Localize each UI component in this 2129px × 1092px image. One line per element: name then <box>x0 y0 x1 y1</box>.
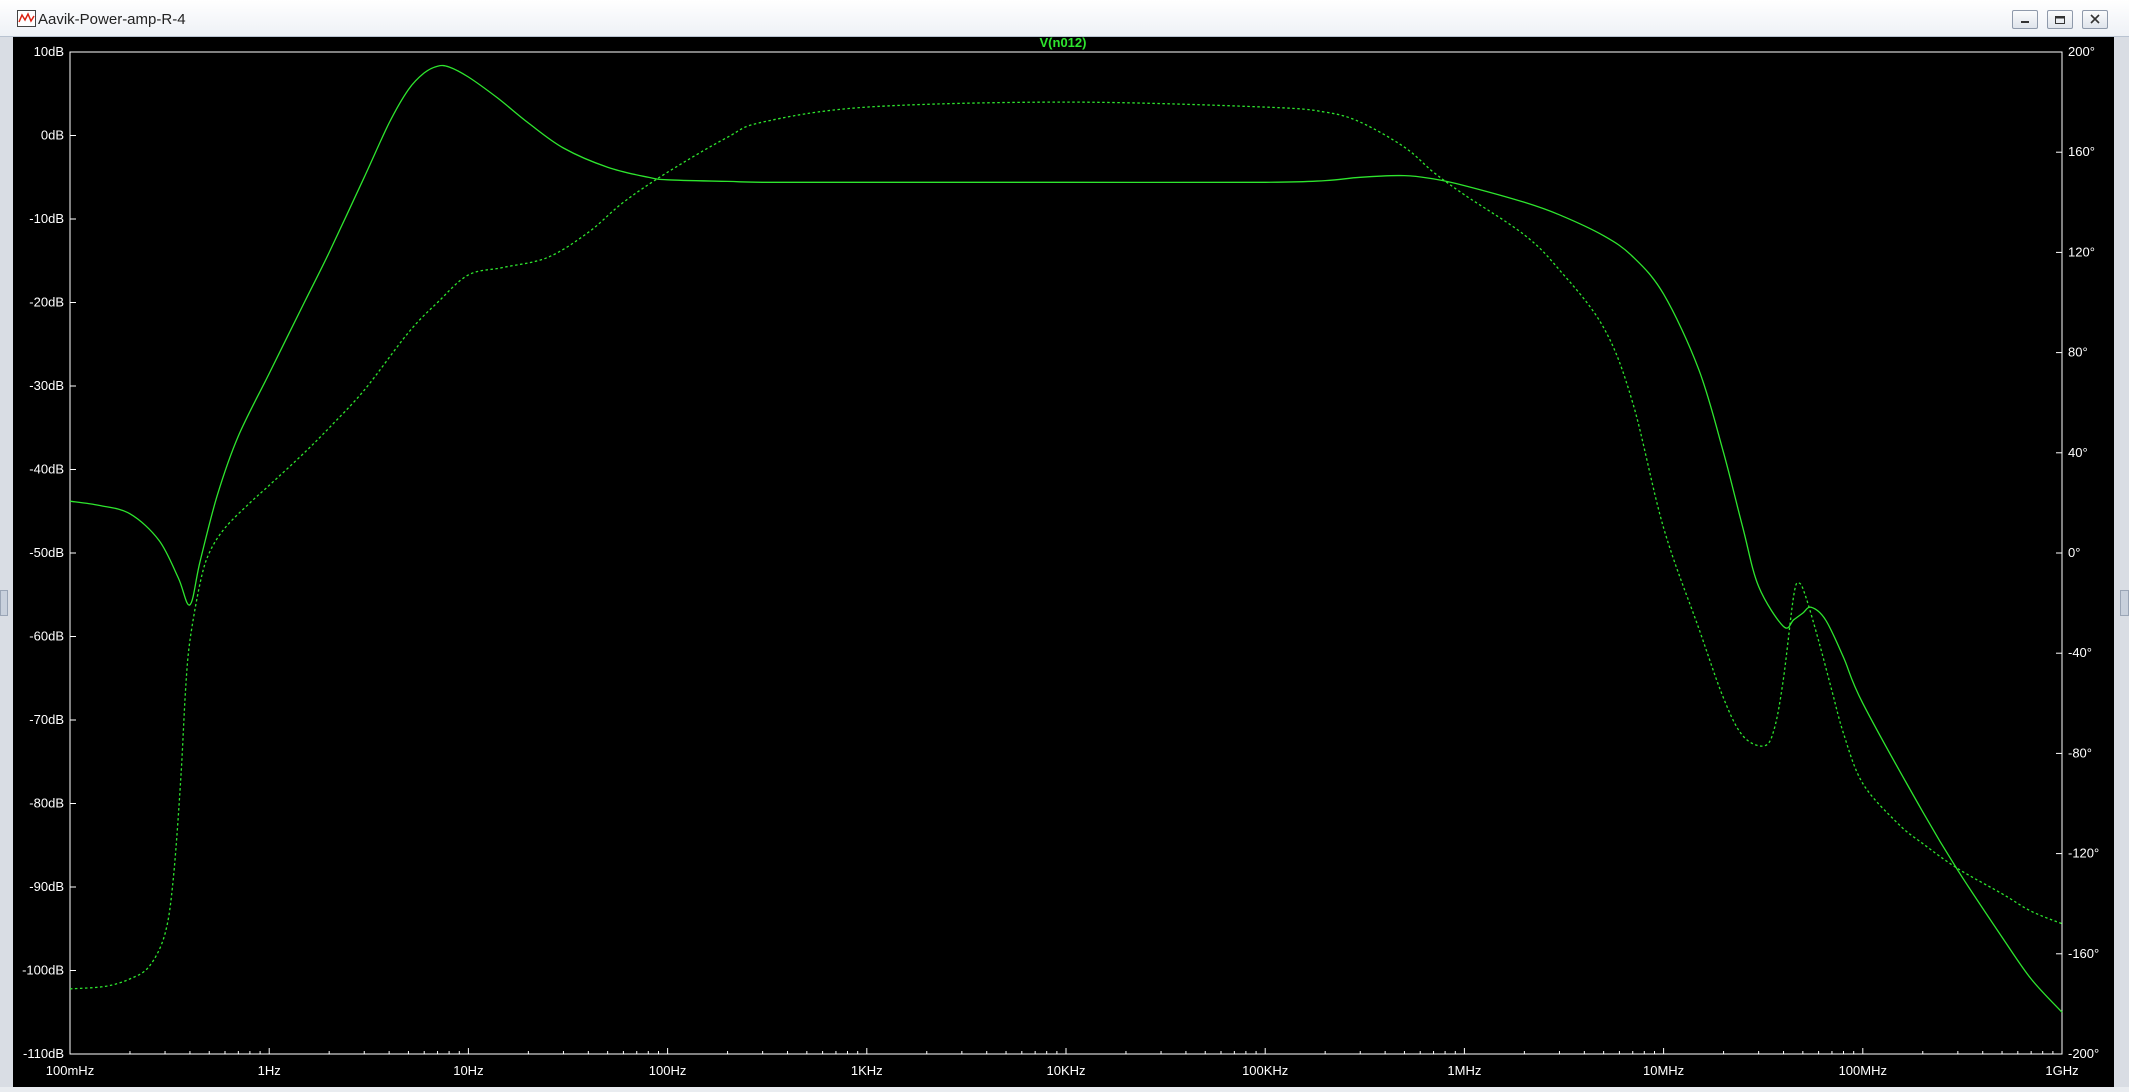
y-right-tick-label: -40° <box>2068 645 2092 660</box>
y-left-tick-label: -40dB <box>29 462 64 477</box>
status-strip <box>0 1087 2129 1092</box>
window-titlebar[interactable]: Aavik-Power-amp-R-4 <box>0 0 2129 37</box>
y-left-tick-label: -20dB <box>29 295 64 310</box>
trace-label[interactable]: V(n012) <box>1040 35 1087 50</box>
x-tick-label: 100Hz <box>649 1063 687 1078</box>
traces <box>69 64 2063 1013</box>
y-right-tick-label: 80° <box>2068 345 2088 360</box>
y-right-tick-label: 120° <box>2068 244 2095 259</box>
x-tick-label: 100mHz <box>46 1063 94 1078</box>
waveform-plot-icon <box>17 10 36 27</box>
restore-button[interactable] <box>2047 10 2073 29</box>
y-right-tick-label: -200° <box>2068 1046 2099 1061</box>
y-left-tick-label: 0dB <box>41 128 64 143</box>
y-right-tick-label: 160° <box>2068 144 2095 159</box>
y-right-tick-label: -80° <box>2068 745 2092 760</box>
magnitude-trace[interactable] <box>69 64 2063 1013</box>
y-left-tick-label: -90dB <box>29 879 64 894</box>
close-button[interactable] <box>2082 10 2108 29</box>
x-tick-label: 1KHz <box>851 1063 883 1078</box>
x-tick-label: 10MHz <box>1643 1063 1684 1078</box>
x-tick-label: 10Hz <box>453 1063 483 1078</box>
y-left-tick-label: -100dB <box>22 963 64 978</box>
right-splitter-handle[interactable] <box>2120 590 2129 616</box>
y-right-tick-label: 0° <box>2068 545 2080 560</box>
minimize-icon <box>2021 21 2029 23</box>
y-left-tick-label: 10dB <box>34 44 64 59</box>
y-right-tick-label: -120° <box>2068 846 2099 861</box>
waveform-plot[interactable]: V(n012) 100mHz 1Hz 10Hz 100Hz 1KHz 10KHz 100KH… <box>13 35 2114 1087</box>
window-title: Aavik-Power-amp-R-4 <box>38 11 186 28</box>
y-left-tick-label: -30dB <box>29 378 64 393</box>
y-left-tick-label: -110dB <box>23 1046 64 1061</box>
y-left-axis-ticks: 10dB 0dB -10dB -20dB -30dB -40dB -50dB -60dB -70… <box>22 44 76 1061</box>
y-right-tick-label: -160° <box>2068 946 2099 961</box>
phase-trace[interactable] <box>69 101 2063 990</box>
x-tick-label: 1GHz <box>2045 1063 2078 1078</box>
y-left-tick-label: -10dB <box>29 211 64 226</box>
x-tick-label: 1MHz <box>1447 1063 1481 1078</box>
y-left-tick-label: -60dB <box>29 629 64 644</box>
x-tick-label: 100MHz <box>1839 1063 1887 1078</box>
x-tick-label: 1Hz <box>258 1063 281 1078</box>
y-right-tick-label: 40° <box>2068 445 2088 460</box>
plot-pane[interactable]: V(n012) 100mHz 1Hz 10Hz 100Hz 1KHz 10KHz 100KH… <box>13 35 2114 1087</box>
restore-icon <box>2055 16 2065 24</box>
minimize-button[interactable] <box>2012 10 2038 29</box>
x-tick-label: 10KHz <box>1046 1063 1085 1078</box>
y-right-tick-label: 200° <box>2068 44 2095 59</box>
y-left-tick-label: -80dB <box>29 796 64 811</box>
left-splitter-handle[interactable] <box>0 590 8 616</box>
y-left-tick-label: -50dB <box>29 545 64 560</box>
plot-frame <box>69 51 2063 1055</box>
y-left-tick-label: -70dB <box>29 712 64 727</box>
x-tick-label: 100KHz <box>1242 1063 1288 1078</box>
x-axis-ticks: 100mHz 1Hz 10Hz 100Hz 1KHz 10KHz 100KHz 1MHz 10M… <box>46 1048 2079 1078</box>
close-icon <box>2090 14 2100 24</box>
